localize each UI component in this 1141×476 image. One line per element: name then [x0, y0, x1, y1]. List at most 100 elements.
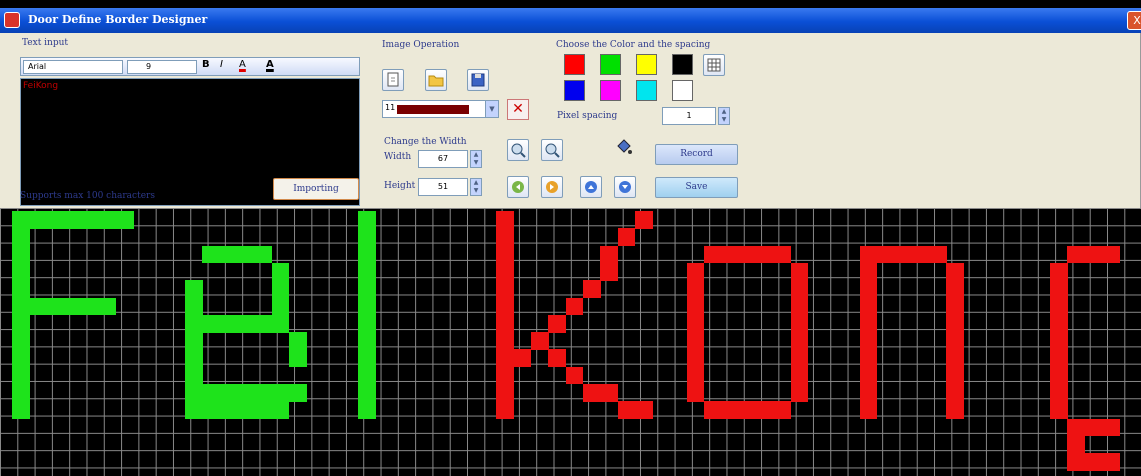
- red-led-pixel[interactable]: [859, 262, 878, 281]
- green-led-pixel[interactable]: [63, 211, 82, 229]
- green-led-pixel[interactable]: [185, 332, 203, 350]
- red-led-pixel[interactable]: [686, 332, 705, 350]
- arrow-down-icon[interactable]: [614, 176, 636, 198]
- green-led-pixel[interactable]: [12, 297, 30, 316]
- red-led-pixel[interactable]: [686, 280, 705, 298]
- arrow-left-icon[interactable]: [507, 176, 529, 198]
- green-led-pixel[interactable]: [358, 314, 376, 333]
- red-led-pixel[interactable]: [686, 297, 705, 316]
- italic-button[interactable]: I: [220, 59, 223, 70]
- color-combo[interactable]: 11 ▼: [382, 100, 499, 118]
- green-led-pixel[interactable]: [202, 314, 221, 333]
- green-led-pixel[interactable]: [98, 211, 117, 229]
- grid-settings-icon[interactable]: [703, 54, 725, 76]
- red-led-pixel[interactable]: [738, 245, 757, 264]
- red-led-pixel[interactable]: [790, 262, 809, 281]
- color-swatch[interactable]: [564, 54, 585, 75]
- green-led-pixel[interactable]: [185, 297, 203, 316]
- green-led-pixel[interactable]: [12, 349, 30, 368]
- red-led-pixel[interactable]: [686, 366, 705, 385]
- red-led-pixel[interactable]: [496, 211, 515, 229]
- red-led-pixel[interactable]: [496, 228, 515, 247]
- green-led-pixel[interactable]: [185, 314, 203, 333]
- red-led-pixel[interactable]: [1050, 280, 1068, 298]
- green-led-pixel[interactable]: [46, 297, 65, 316]
- green-led-pixel[interactable]: [202, 401, 221, 420]
- green-led-pixel[interactable]: [358, 211, 376, 229]
- red-led-pixel[interactable]: [686, 384, 705, 402]
- red-led-pixel[interactable]: [738, 401, 757, 420]
- green-led-pixel[interactable]: [46, 211, 65, 229]
- color-swatch[interactable]: [636, 54, 657, 75]
- red-led-pixel[interactable]: [928, 245, 947, 264]
- red-led-pixel[interactable]: [721, 401, 740, 420]
- red-led-pixel[interactable]: [704, 245, 722, 264]
- red-led-pixel[interactable]: [582, 384, 601, 402]
- red-led-pixel[interactable]: [946, 349, 964, 368]
- green-led-pixel[interactable]: [185, 280, 203, 298]
- green-led-pixel[interactable]: [271, 314, 290, 333]
- close-button[interactable]: X: [1127, 11, 1141, 30]
- red-led-pixel[interactable]: [894, 245, 913, 264]
- red-led-pixel[interactable]: [617, 228, 636, 247]
- green-led-pixel[interactable]: [358, 262, 376, 281]
- red-led-pixel[interactable]: [790, 332, 809, 350]
- red-led-pixel[interactable]: [859, 401, 878, 420]
- green-led-pixel[interactable]: [12, 314, 30, 333]
- red-led-pixel[interactable]: [1050, 384, 1068, 402]
- red-led-pixel[interactable]: [1084, 453, 1103, 471]
- red-led-pixel[interactable]: [946, 366, 964, 385]
- green-led-pixel[interactable]: [271, 280, 290, 298]
- red-led-pixel[interactable]: [1101, 245, 1120, 264]
- green-led-pixel[interactable]: [29, 297, 48, 316]
- new-file-icon[interactable]: [382, 69, 404, 91]
- green-led-pixel[interactable]: [254, 245, 272, 264]
- red-led-pixel[interactable]: [911, 245, 930, 264]
- red-led-pixel[interactable]: [496, 332, 515, 350]
- green-led-pixel[interactable]: [288, 349, 307, 368]
- green-led-pixel[interactable]: [358, 384, 376, 402]
- green-led-pixel[interactable]: [236, 401, 255, 420]
- red-led-pixel[interactable]: [859, 280, 878, 298]
- green-led-pixel[interactable]: [98, 297, 117, 316]
- green-led-pixel[interactable]: [219, 245, 238, 264]
- red-led-pixel[interactable]: [686, 262, 705, 281]
- green-led-pixel[interactable]: [12, 366, 30, 385]
- green-led-pixel[interactable]: [254, 314, 272, 333]
- red-led-pixel[interactable]: [790, 366, 809, 385]
- importing-button[interactable]: Importing: [273, 178, 359, 200]
- red-led-pixel[interactable]: [946, 280, 964, 298]
- green-led-pixel[interactable]: [29, 211, 48, 229]
- pixel-spacing-spinner[interactable]: ▲ ▼: [718, 107, 730, 125]
- red-led-pixel[interactable]: [859, 384, 878, 402]
- font-color-button[interactable]: A: [239, 59, 246, 70]
- green-led-pixel[interactable]: [358, 401, 376, 420]
- red-led-pixel[interactable]: [496, 297, 515, 316]
- red-led-pixel[interactable]: [531, 332, 549, 350]
- color-swatch[interactable]: [600, 80, 621, 101]
- red-led-pixel[interactable]: [513, 349, 532, 368]
- font-select[interactable]: Arial: [23, 60, 123, 74]
- green-led-pixel[interactable]: [63, 297, 82, 316]
- red-led-pixel[interactable]: [946, 314, 964, 333]
- green-led-pixel[interactable]: [271, 384, 290, 402]
- green-led-pixel[interactable]: [185, 349, 203, 368]
- pixel-spacing-input[interactable]: 1: [662, 107, 716, 125]
- red-led-pixel[interactable]: [790, 280, 809, 298]
- red-led-pixel[interactable]: [790, 349, 809, 368]
- color-swatch[interactable]: [672, 80, 693, 101]
- red-led-pixel[interactable]: [496, 314, 515, 333]
- green-led-pixel[interactable]: [185, 366, 203, 385]
- red-led-pixel[interactable]: [704, 401, 722, 420]
- green-led-pixel[interactable]: [12, 228, 30, 247]
- green-led-pixel[interactable]: [185, 384, 203, 402]
- red-led-pixel[interactable]: [582, 280, 601, 298]
- red-led-pixel[interactable]: [859, 245, 878, 264]
- red-led-pixel[interactable]: [634, 211, 653, 229]
- color-swatch[interactable]: [636, 80, 657, 101]
- red-led-pixel[interactable]: [496, 280, 515, 298]
- green-led-pixel[interactable]: [12, 332, 30, 350]
- red-led-pixel[interactable]: [600, 245, 618, 264]
- red-led-pixel[interactable]: [1067, 453, 1086, 471]
- color-swatch[interactable]: [672, 54, 693, 75]
